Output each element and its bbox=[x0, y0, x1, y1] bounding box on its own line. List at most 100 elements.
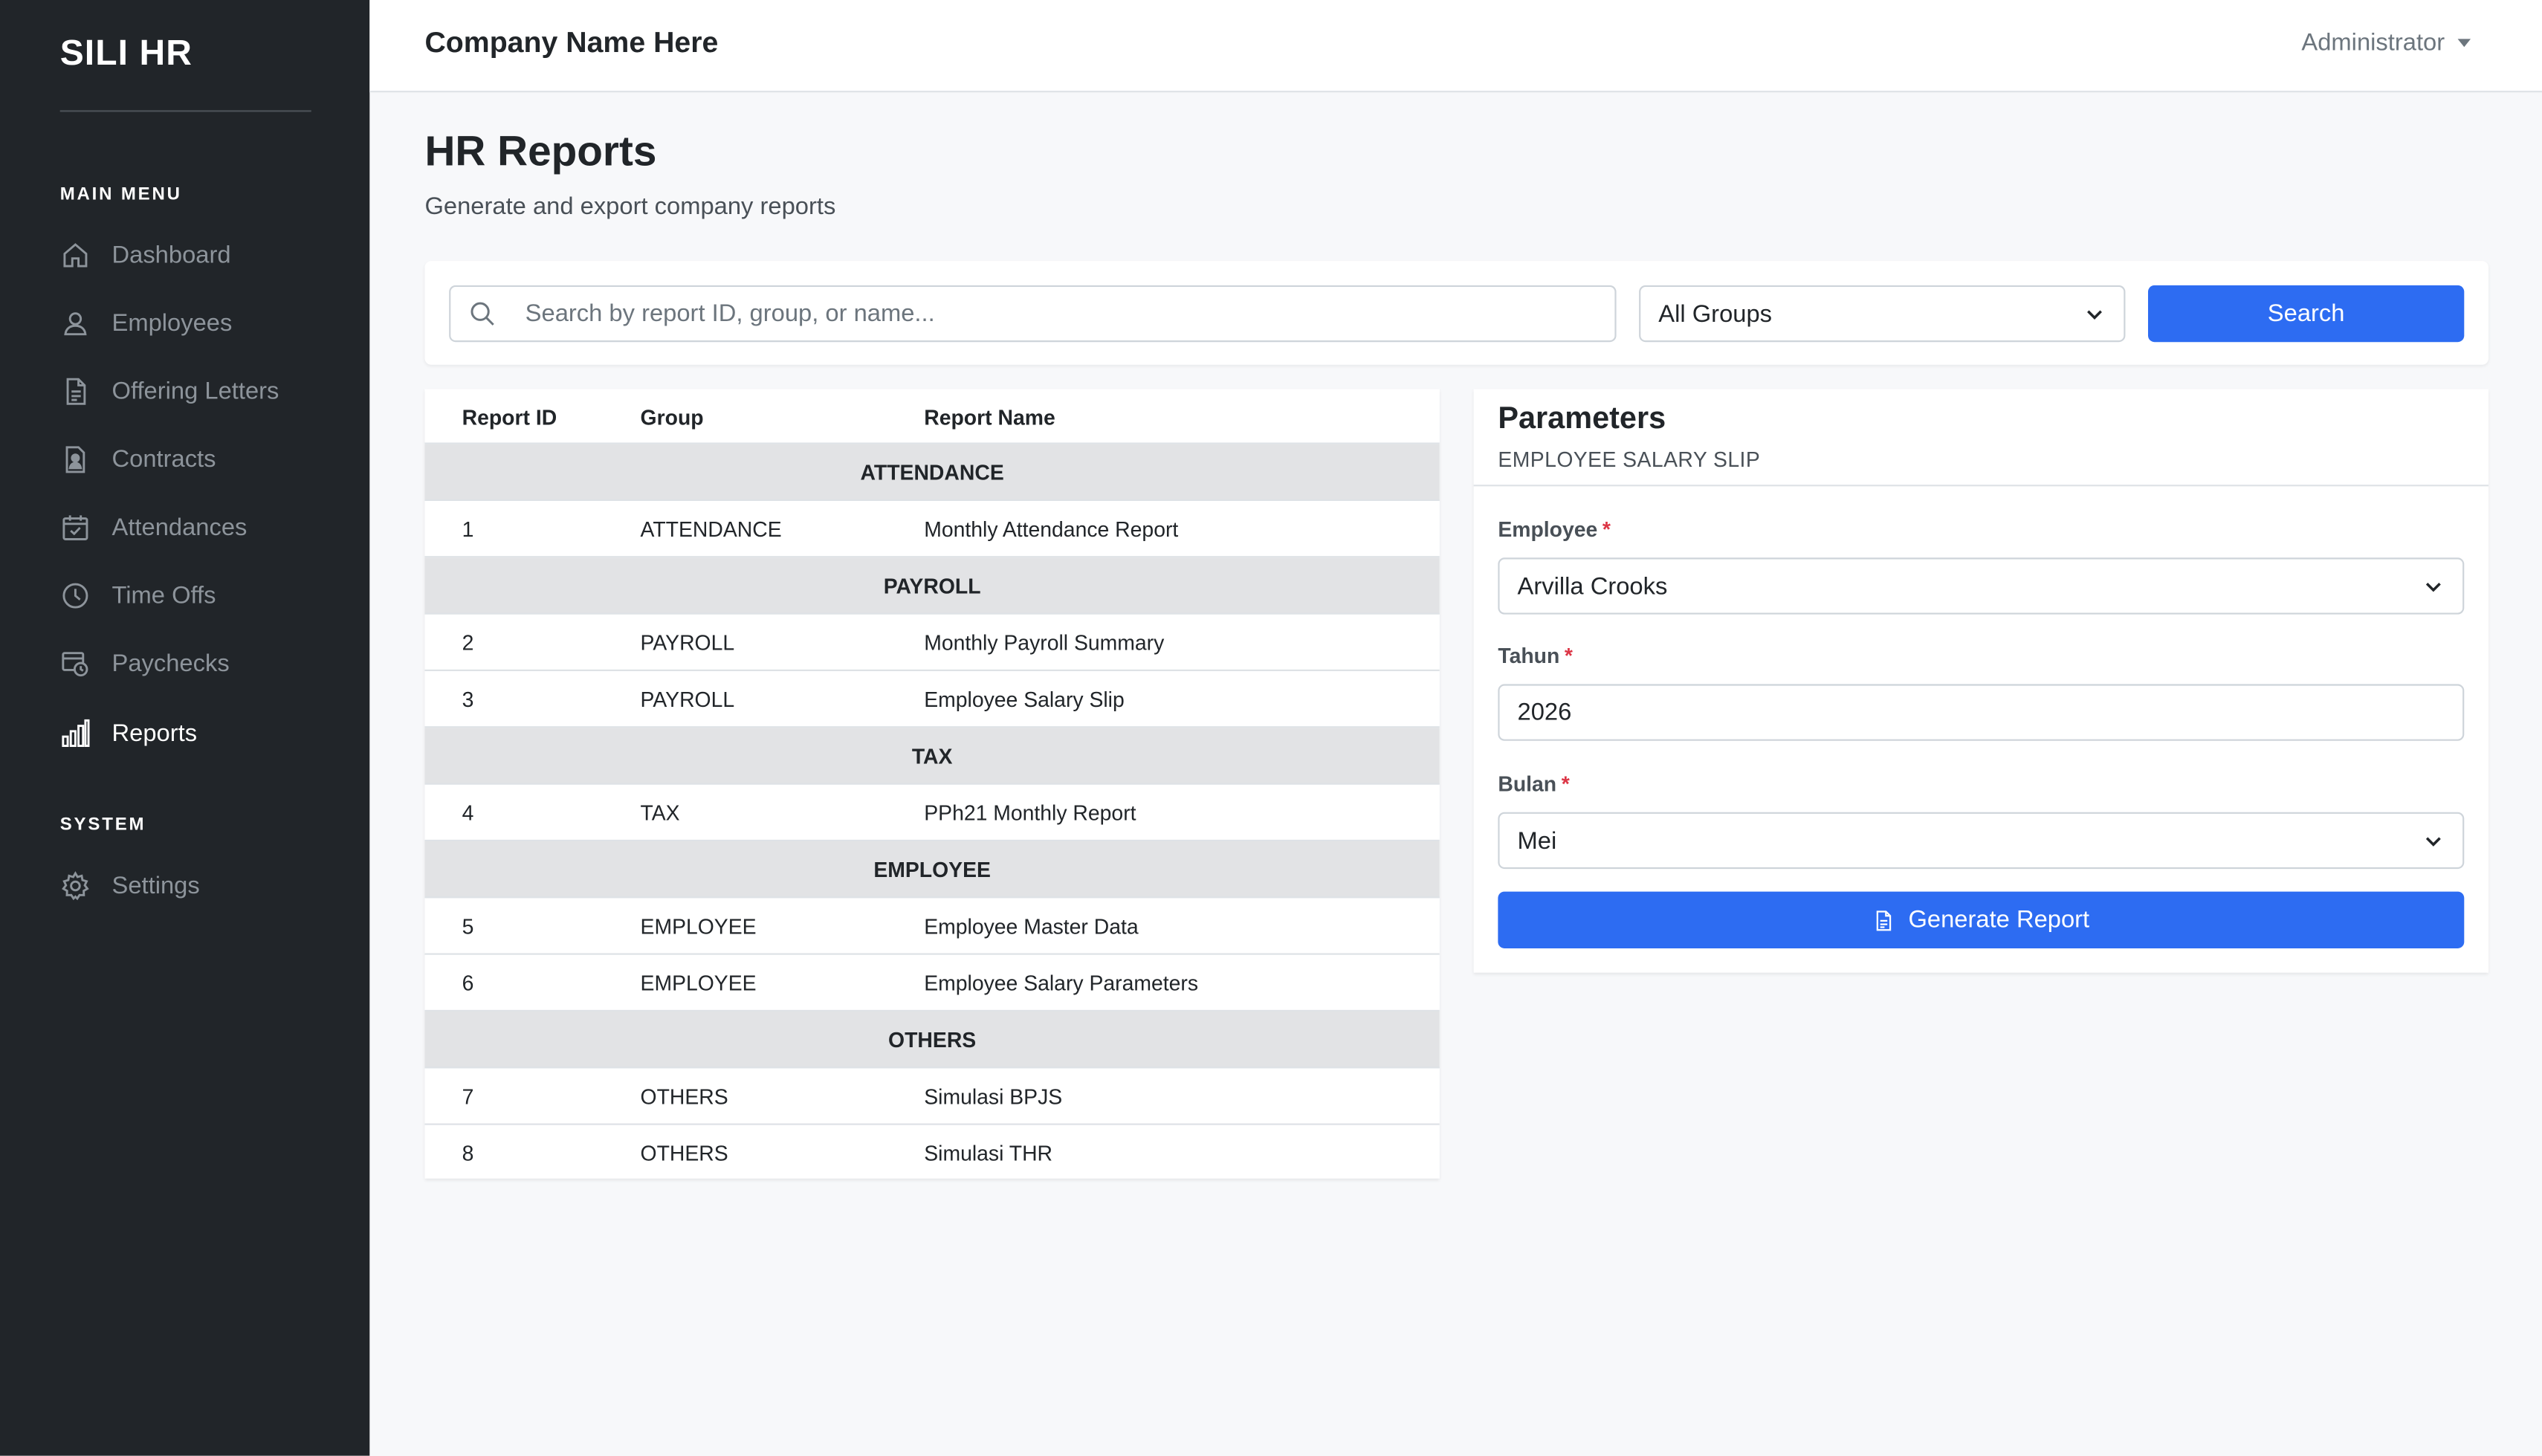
sidebar-item-reports[interactable]: Reports bbox=[60, 708, 336, 757]
cell-report-name: PPh21 Monthly Report bbox=[924, 800, 1136, 826]
caret-down-icon bbox=[2457, 39, 2471, 48]
sidebar-item-attendances[interactable]: Attendances bbox=[60, 502, 336, 551]
employee-label-text: Employee bbox=[1498, 517, 1598, 542]
sidebar-item-offering-letters[interactable]: Offering Letters bbox=[60, 366, 336, 415]
table-row[interactable]: 2 PAYROLL Monthly Payroll Summary bbox=[424, 615, 1440, 671]
cell-group: OTHERS bbox=[640, 1141, 728, 1166]
cell-report-id: 3 bbox=[462, 687, 474, 712]
cell-report-id: 7 bbox=[462, 1084, 474, 1109]
required-mark: * bbox=[1602, 517, 1611, 542]
month-label-text: Bulan bbox=[1498, 771, 1557, 796]
chevron-down-icon bbox=[2087, 309, 2102, 319]
parameters-title: Parameters bbox=[1498, 401, 1666, 436]
cell-report-name: Monthly Attendance Report bbox=[924, 517, 1179, 542]
search-icon bbox=[470, 302, 494, 326]
cell-group: TAX bbox=[640, 800, 680, 826]
sidebar-item-settings[interactable]: Settings bbox=[60, 861, 336, 909]
group-row-employee: EMPLOYEE bbox=[424, 841, 1440, 899]
brand-divider bbox=[59, 110, 311, 112]
month-select[interactable]: Mei bbox=[1498, 812, 2465, 870]
sidebar-item-label: Paychecks bbox=[111, 649, 230, 677]
cell-group: PAYROLL bbox=[640, 687, 735, 712]
sidebar-item-label: Attendances bbox=[111, 513, 248, 541]
year-input[interactable]: 2026 bbox=[1498, 684, 2465, 741]
cell-report-id: 6 bbox=[462, 971, 474, 996]
required-mark: * bbox=[1564, 643, 1573, 668]
required-mark: * bbox=[1561, 771, 1570, 796]
sidebar-item-label: Settings bbox=[111, 871, 200, 899]
page-title: HR Reports bbox=[424, 126, 657, 175]
table-row[interactable]: 4 TAX PPh21 Monthly Report bbox=[424, 785, 1440, 842]
employee-field-label: Employee * bbox=[1498, 517, 1611, 542]
cell-group: OTHERS bbox=[640, 1084, 728, 1109]
cell-group: ATTENDANCE bbox=[640, 517, 782, 542]
sidebar-item-label: Reports bbox=[111, 719, 198, 747]
user-icon bbox=[64, 311, 87, 334]
calendar-check-icon bbox=[62, 514, 88, 540]
sidebar-item-label: Offering Letters bbox=[111, 377, 279, 405]
search-button[interactable]: Search bbox=[2147, 285, 2465, 343]
table-row[interactable]: 8 OTHERS Simulasi THR bbox=[424, 1125, 1439, 1179]
filter-card: All Groups Search bbox=[424, 261, 2489, 365]
search-field[interactable] bbox=[449, 285, 1617, 343]
month-field-label: Bulan * bbox=[1498, 771, 1569, 796]
column-header-report-name: Report Name bbox=[924, 405, 1055, 430]
page-subtitle: Generate and export company reports bbox=[424, 192, 836, 221]
group-row-payroll: PAYROLL bbox=[424, 557, 1440, 615]
group-row-tax: TAX bbox=[424, 728, 1440, 785]
group-filter-select[interactable]: All Groups bbox=[1639, 285, 2126, 343]
chevron-down-icon bbox=[2425, 581, 2441, 592]
cell-group: EMPLOYEE bbox=[640, 914, 757, 939]
table-row[interactable]: 6 EMPLOYEE Employee Salary Parameters bbox=[424, 955, 1440, 1012]
brand-logo[interactable]: SILI HR bbox=[60, 33, 193, 75]
sidebar-item-employees[interactable]: Employees bbox=[60, 298, 336, 346]
sidebar-item-label: Dashboard bbox=[111, 240, 231, 268]
table-row[interactable]: 5 EMPLOYEE Employee Master Data bbox=[424, 898, 1440, 955]
cell-report-id: 4 bbox=[462, 800, 474, 826]
contract-icon bbox=[65, 445, 85, 473]
topbar: Company Name Here Administrator bbox=[369, 0, 2542, 93]
column-header-report-id: Report ID bbox=[462, 405, 557, 430]
table-header: Report ID Group Report Name bbox=[424, 389, 1440, 444]
parameters-divider bbox=[1473, 485, 2489, 487]
cell-report-name: Employee Master Data bbox=[924, 914, 1139, 939]
paycheck-icon bbox=[62, 651, 88, 676]
sidebar-item-time-offs[interactable]: Time Offs bbox=[60, 571, 336, 619]
sidebar-item-dashboard[interactable]: Dashboard bbox=[60, 230, 336, 279]
search-input[interactable] bbox=[525, 287, 1596, 341]
file-text-icon bbox=[1877, 910, 1892, 931]
reports-table: Report ID Group Report Name ATTENDANCE 1… bbox=[424, 389, 1440, 1179]
cell-group: EMPLOYEE bbox=[640, 971, 757, 996]
table-row[interactable]: 1 ATTENDANCE Monthly Attendance Report bbox=[424, 501, 1440, 558]
search-button-label: Search bbox=[2267, 300, 2345, 328]
sidebar: SILI HR MAIN MENU Dashboard Employees Of… bbox=[0, 0, 370, 1456]
column-header-group: Group bbox=[640, 405, 704, 430]
cell-report-id: 2 bbox=[462, 630, 474, 656]
cell-report-id: 5 bbox=[462, 914, 474, 939]
table-row[interactable]: 7 OTHERS Simulasi BPJS bbox=[424, 1068, 1440, 1125]
sidebar-item-label: Employees bbox=[111, 308, 233, 337]
generate-report-button[interactable]: Generate Report bbox=[1498, 891, 2465, 948]
cell-report-name: Simulasi BPJS bbox=[924, 1084, 1063, 1109]
sidebar-item-contracts[interactable]: Contracts bbox=[60, 435, 336, 483]
group-row-attendance: ATTENDANCE bbox=[424, 444, 1440, 501]
cell-report-name: Simulasi THR bbox=[924, 1141, 1053, 1166]
sidebar-item-label: Time Offs bbox=[111, 580, 216, 609]
company-name: Company Name Here bbox=[424, 25, 719, 59]
year-input-value: 2026 bbox=[1517, 699, 1572, 727]
chevron-down-icon bbox=[2425, 836, 2441, 846]
month-select-value: Mei bbox=[1517, 826, 1557, 855]
table-row[interactable]: 3 PAYROLL Employee Salary Slip bbox=[424, 671, 1440, 728]
employee-select-value: Arvilla Crooks bbox=[1517, 572, 1668, 601]
cell-report-id: 8 bbox=[462, 1141, 474, 1166]
cell-group: PAYROLL bbox=[640, 630, 735, 656]
clock-icon bbox=[62, 582, 88, 608]
employee-select[interactable]: Arvilla Crooks bbox=[1498, 557, 2465, 615]
group-filter-value: All Groups bbox=[1658, 300, 1773, 328]
document-icon bbox=[66, 377, 86, 404]
generate-report-label: Generate Report bbox=[1908, 906, 2090, 934]
year-field-label: Tahun * bbox=[1498, 644, 1573, 668]
sidebar-item-paychecks[interactable]: Paychecks bbox=[60, 638, 336, 687]
user-menu-dropdown[interactable]: Administrator bbox=[2301, 29, 2471, 56]
cell-report-name: Employee Salary Parameters bbox=[924, 971, 1199, 996]
